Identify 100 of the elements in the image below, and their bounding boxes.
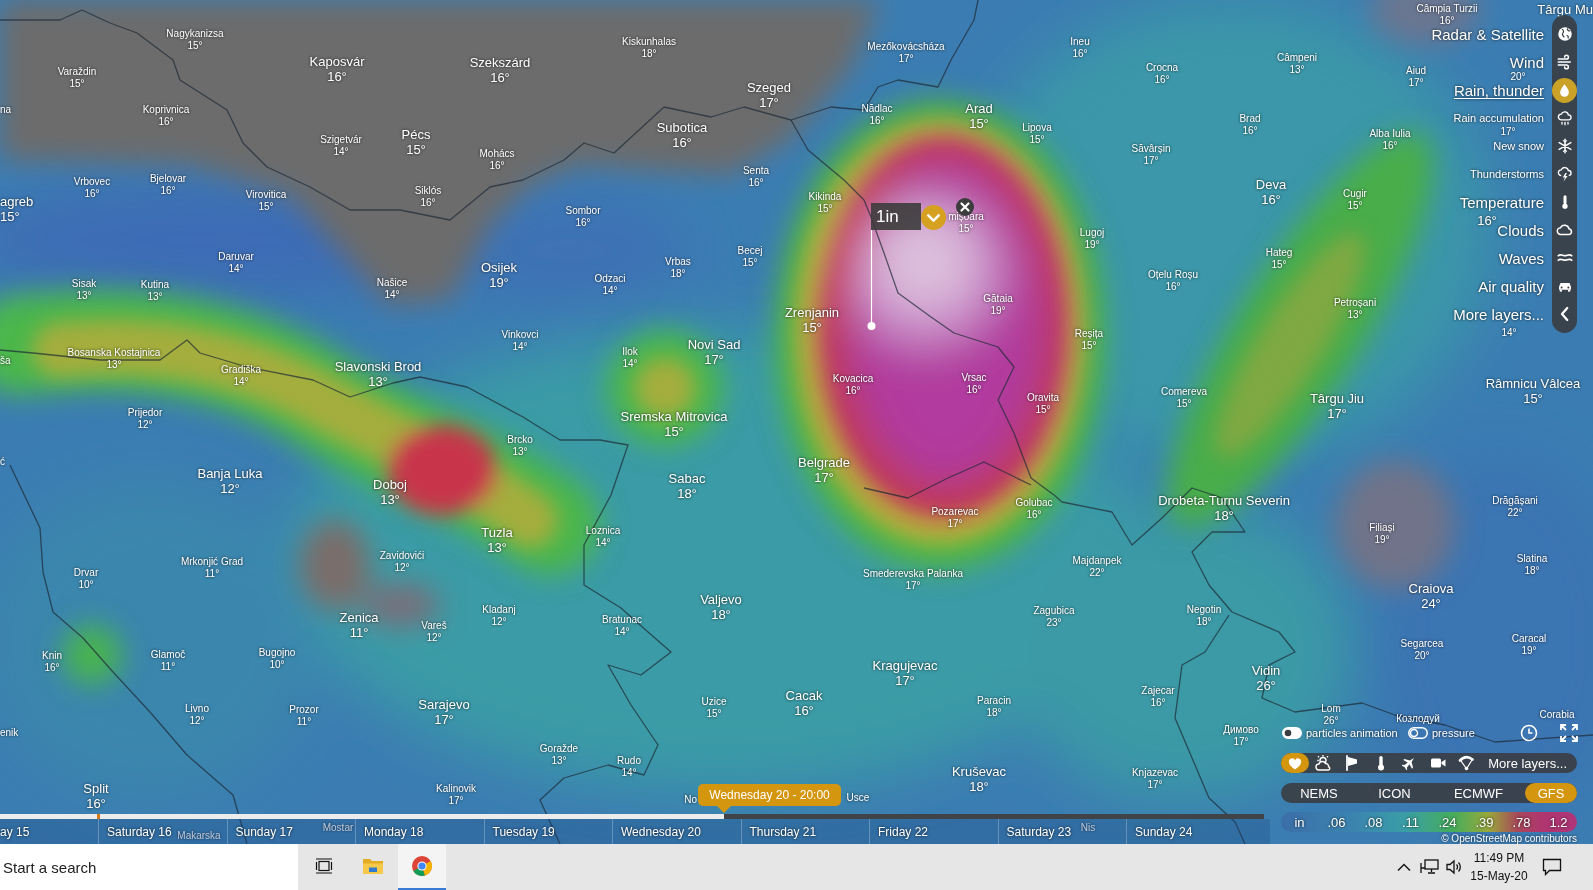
speech-bubble-icon[interactable] <box>1542 858 1562 876</box>
temperature-label: 13° <box>1347 309 1363 321</box>
city-name: Subotica <box>656 119 708 135</box>
temperature-label: 16° <box>1150 697 1166 709</box>
temperature-label: 18° <box>670 268 686 280</box>
city-name: Drobeta-Turnu Severin <box>1158 492 1290 508</box>
speaker-icon[interactable] <box>1445 858 1463 876</box>
model-tab[interactable]: NEMS <box>1281 783 1357 803</box>
city-name: Lom <box>1321 703 1341 715</box>
lightning-cloud-icon[interactable] <box>1555 165 1574 183</box>
city-name: Zagubica <box>1033 605 1075 617</box>
city-name: Vinkovci <box>501 329 539 341</box>
switch-icon[interactable] <box>1282 727 1302 739</box>
chevron-up-icon[interactable] <box>1397 862 1411 872</box>
round-logo-icon[interactable] <box>411 855 433 877</box>
layer-menu-item[interactable]: New snow <box>1493 140 1544 152</box>
temperature-label: 16° <box>1072 48 1088 60</box>
city-name: No <box>684 794 697 806</box>
city-name: Valjevo <box>700 591 742 607</box>
task-view-icon[interactable] <box>315 857 333 875</box>
layer-menu-item[interactable]: Temperature <box>1459 194 1544 210</box>
raindrop-icon[interactable] <box>1552 77 1577 103</box>
attribution-link[interactable]: © OpenStreetMap contributors <box>1441 833 1577 844</box>
temperature-label: 14° <box>228 263 244 275</box>
city-name: Lugoj <box>1079 227 1105 239</box>
city-name: Usce <box>846 792 870 804</box>
fullscreen-icon[interactable] <box>1560 724 1578 742</box>
city-name: Loznica <box>585 525 621 537</box>
temperature-label: 15° <box>1523 390 1543 406</box>
city-name: Aiud <box>1406 65 1426 77</box>
city-name: Oțelu Roșu <box>1148 269 1198 281</box>
city-name: Vareš <box>421 620 447 632</box>
temperature-label: 14° <box>614 626 630 638</box>
chevron-down-icon[interactable] <box>921 205 946 230</box>
layer-menu-item[interactable]: Wind <box>1509 54 1544 70</box>
city-name: Димово <box>1223 724 1259 736</box>
city-name: Târgu Jiu <box>1309 390 1365 406</box>
layer-menu-item[interactable]: More layers... <box>1453 306 1544 322</box>
toggle-button[interactable]: pressure <box>1408 727 1475 739</box>
city-name: Virovitica <box>245 189 287 201</box>
timeline-day[interactable]: ay 15 <box>0 819 98 844</box>
city-name: Râmnicu Vâlcea <box>1485 375 1581 391</box>
city-name: Golubac <box>1015 497 1053 509</box>
city-name: Zavidovići <box>379 550 425 562</box>
temperature-label: 17° <box>1143 155 1159 167</box>
temperature-label: 15° <box>69 78 85 90</box>
city-name: Glamoč <box>150 649 186 661</box>
city-name: Knin <box>42 650 62 662</box>
city-name: Kragujevac <box>872 657 938 673</box>
globe-icon[interactable] <box>1555 25 1574 43</box>
more-layers-button[interactable]: More layers... <box>1488 756 1567 770</box>
switch-icon[interactable] <box>1408 727 1428 739</box>
folder-icon[interactable] <box>362 856 384 876</box>
city-name: Koprivnica <box>142 104 190 116</box>
temperature-label: 17° <box>448 795 464 807</box>
temperature-label: 12° <box>189 715 205 727</box>
city-name: Brad <box>1239 113 1261 125</box>
legend-label: 1.2 <box>1549 815 1568 829</box>
temperature-label: 15° <box>958 223 974 235</box>
layer-menu-item[interactable]: Clouds <box>1497 222 1544 238</box>
temperature-label: 14° <box>233 376 249 388</box>
layer-menu-item[interactable]: Waves <box>1498 250 1544 266</box>
temperature-label: 16° <box>1165 281 1181 293</box>
city-name: Cacak <box>785 687 823 703</box>
city-name: Knjazevac <box>1131 767 1179 779</box>
search-field[interactable]: Start a search <box>0 844 298 890</box>
wind-icon[interactable] <box>1555 53 1574 71</box>
city-name: Oravita <box>1026 392 1060 404</box>
temperature-label: 11° <box>296 716 312 728</box>
layer-menu-item[interactable]: Rain accumulation <box>1453 112 1544 124</box>
taskbar-app-button[interactable] <box>398 844 446 890</box>
snowflake-icon[interactable] <box>1555 137 1574 155</box>
model-tab[interactable]: GFS <box>1525 783 1577 803</box>
city-name: Siklós <box>414 185 442 197</box>
temperature-label: 15° <box>1035 404 1051 416</box>
city-name: Mostar <box>322 822 354 834</box>
temperature-label: 17° <box>759 94 779 110</box>
layer-menu-item[interactable]: Thunderstorms <box>1470 168 1544 180</box>
city-name: Kaposvár <box>309 53 365 69</box>
clock-icon[interactable] <box>1520 724 1538 742</box>
city-name: Zenica <box>339 609 379 625</box>
toggle-button[interactable]: particles animation <box>1282 727 1408 739</box>
timeline-track[interactable] <box>0 814 1264 819</box>
monitor-icon[interactable] <box>1420 858 1440 876</box>
layer-menu-item[interactable]: Rain, thunder <box>1453 82 1544 98</box>
city-name: Reșița <box>1074 328 1104 340</box>
model-tab[interactable]: ECMWF <box>1432 783 1525 803</box>
model-tab[interactable]: ICON <box>1357 783 1432 803</box>
temperature-label: 15° <box>664 423 684 439</box>
temperature-label: 15° <box>406 141 426 157</box>
temperature-label: 14° <box>333 146 349 158</box>
city-name: Našice <box>376 277 408 289</box>
city-name: Zajecar <box>1141 685 1175 697</box>
temperature-label: 12° <box>491 616 507 628</box>
temperature-label: 13° <box>106 359 122 371</box>
layer-menu-item[interactable]: Air quality <box>1478 278 1544 294</box>
city-name: Mrkonjić Grad <box>180 556 244 568</box>
rain-cloud-icon[interactable] <box>1555 109 1574 127</box>
city-name: Caracal <box>1511 633 1547 645</box>
layer-menu-item[interactable]: Radar & Satellite <box>1431 26 1544 42</box>
